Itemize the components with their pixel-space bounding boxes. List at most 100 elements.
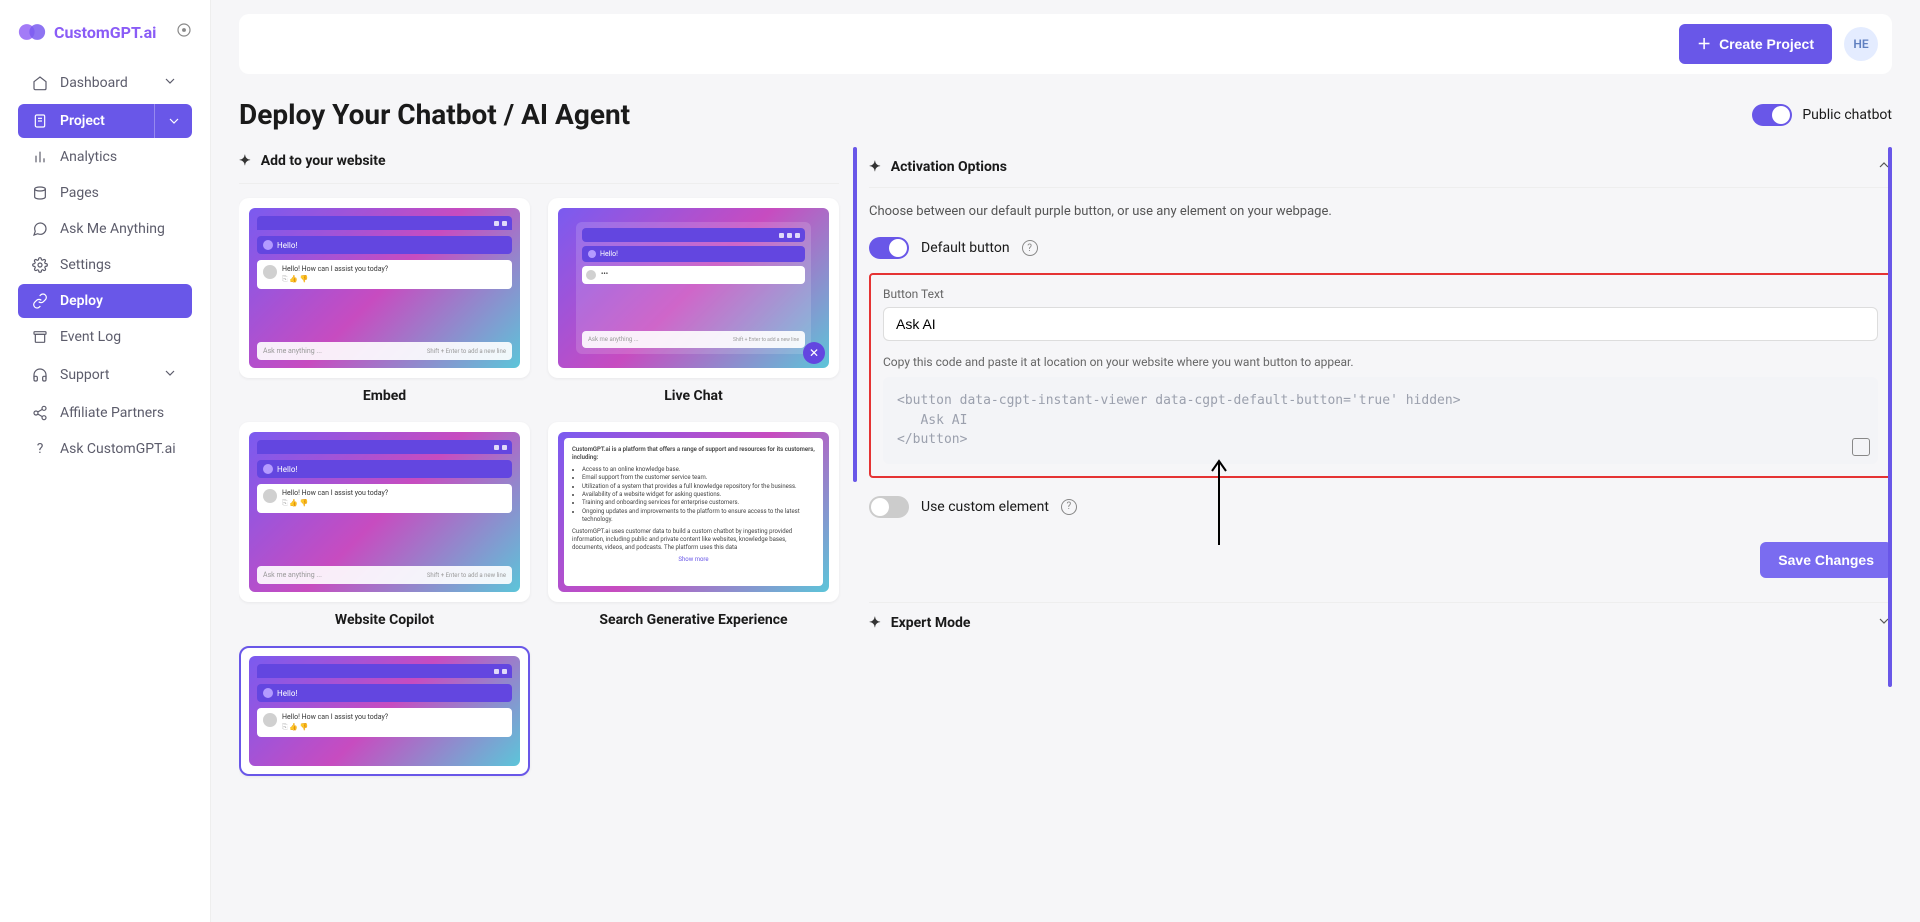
share-icon <box>32 405 48 421</box>
sparkle-icon: ✦ <box>869 159 881 175</box>
card-embed-wrapper: Hello! Hello! How can I assist you today… <box>239 198 530 404</box>
brand-logo-icon <box>18 18 46 46</box>
main-area: ＋ Create Project HE Deploy Your Chatbot … <box>211 0 1920 922</box>
right-column: ✦ Activation Options Choose between our … <box>869 147 1892 922</box>
brand-name: CustomGPT.ai <box>54 23 156 42</box>
save-changes-button[interactable]: Save Changes <box>1760 542 1892 578</box>
nav-sub: Analytics Pages Ask Me Anything Settings… <box>0 140 210 466</box>
card-sge[interactable]: CustomGPT.ai is a platform that offers a… <box>548 422 839 602</box>
card-label: Live Chat <box>548 388 839 404</box>
chevron-down-icon <box>162 73 178 93</box>
nav-settings[interactable]: Settings <box>18 248 192 282</box>
nav-askcgpt[interactable]: ? Ask CustomGPT.ai <box>18 432 192 466</box>
thumb-embed: Hello! Hello! How can I assist you today… <box>249 208 520 368</box>
default-button-toggle[interactable] <box>869 237 909 259</box>
card-livechat[interactable]: Hello! ••• Ask me anything ...Shift + En… <box>548 198 839 378</box>
toggle-label: Public chatbot <box>1802 107 1892 123</box>
nav-label: Ask CustomGPT.ai <box>60 441 176 457</box>
nav-project-dropdown[interactable] <box>154 104 192 138</box>
nav-affiliates[interactable]: Affiliate Partners <box>18 396 192 430</box>
custom-element-toggle[interactable] <box>869 496 909 518</box>
code-label: Copy this code and paste it at location … <box>883 355 1878 369</box>
database-icon <box>32 185 48 201</box>
public-toggle-row: Public chatbot <box>1752 104 1892 126</box>
card-sge-wrapper: CustomGPT.ai is a platform that offers a… <box>548 422 839 628</box>
headphones-icon <box>32 367 48 383</box>
thumb-copilot: Hello! Hello! How can I assist you today… <box>249 432 520 592</box>
left-column: ✦ Add to your website Hello! Hello! How … <box>239 147 839 922</box>
chat-icon <box>32 221 48 237</box>
nav-label: Event Log <box>60 329 121 345</box>
avatar-initials: HE <box>1853 37 1868 51</box>
card-label: Embed <box>239 388 530 404</box>
content-row: ✦ Add to your website Hello! Hello! How … <box>239 147 1892 922</box>
section-title: Add to your website <box>261 153 386 169</box>
button-label: Save Changes <box>1778 552 1874 568</box>
nav-analytics[interactable]: Analytics <box>18 140 192 174</box>
section-add-website: ✦ Add to your website <box>239 147 839 184</box>
nav-list: Dashboard <box>0 64 210 102</box>
default-button-row: Default button ? <box>869 237 1892 259</box>
thumb-livechat: Hello! ••• Ask me anything ...Shift + En… <box>558 208 829 368</box>
collapse-icon[interactable] <box>176 22 192 42</box>
activation-subtext: Choose between our default purple button… <box>869 204 1892 219</box>
sparkle-icon: ✦ <box>239 153 251 169</box>
public-toggle[interactable] <box>1752 104 1792 126</box>
create-project-button[interactable]: ＋ Create Project <box>1679 24 1832 64</box>
page-header: Deploy Your Chatbot / AI Agent Public ch… <box>239 74 1892 147</box>
nav-deploy[interactable]: Deploy <box>18 284 192 318</box>
card-livechat-wrapper: Hello! ••• Ask me anything ...Shift + En… <box>548 198 839 404</box>
plus-icon: ＋ <box>1697 34 1711 54</box>
sidebar: CustomGPT.ai Dashboard Project Analytics… <box>0 0 211 922</box>
help-icon: ? <box>32 441 48 457</box>
highlighted-config-box: Button Text Copy this code and paste it … <box>869 273 1892 478</box>
nav-label: Ask Me Anything <box>60 221 165 237</box>
card-copilot[interactable]: Hello! Hello! How can I assist you today… <box>239 422 530 602</box>
close-icon: ✕ <box>803 342 825 364</box>
field-label: Button Text <box>883 287 1878 301</box>
nav-label: Analytics <box>60 149 117 165</box>
card-selected[interactable]: Hello! Hello! How can I assist you today… <box>239 646 530 776</box>
info-icon[interactable]: ? <box>1061 499 1077 515</box>
section-activation[interactable]: ✦ Activation Options <box>869 147 1892 188</box>
code-snippet[interactable]: <button data-cgpt-instant-viewer data-cg… <box>883 377 1878 464</box>
chevron-down-icon <box>162 365 178 385</box>
card-embed[interactable]: Hello! Hello! How can I assist you today… <box>239 198 530 378</box>
nav-eventlog[interactable]: Event Log <box>18 320 192 354</box>
gear-icon <box>32 257 48 273</box>
nav-label: Affiliate Partners <box>60 405 164 421</box>
topbar: ＋ Create Project HE <box>239 14 1892 74</box>
chart-icon <box>32 149 48 165</box>
card-copilot-wrapper: Hello! Hello! How can I assist you today… <box>239 422 530 628</box>
option-label: Use custom element <box>921 499 1049 515</box>
card-label: Website Copilot <box>239 612 530 628</box>
info-icon[interactable]: ? <box>1022 240 1038 256</box>
annotation-arrow <box>1209 457 1229 551</box>
custom-element-row: Use custom element ? <box>869 496 1892 518</box>
avatar[interactable]: HE <box>1844 27 1878 61</box>
nav-ask[interactable]: Ask Me Anything <box>18 212 192 246</box>
nav-label: Project <box>60 113 105 129</box>
nav-label: Support <box>60 367 109 383</box>
nav-pages[interactable]: Pages <box>18 176 192 210</box>
card-label: Search Generative Experience <box>548 612 839 628</box>
section-title: Expert Mode <box>891 615 971 631</box>
section-title: Activation Options <box>891 159 1007 175</box>
thumb-sge: CustomGPT.ai is a platform that offers a… <box>558 432 829 592</box>
sge-text-panel: CustomGPT.ai is a platform that offers a… <box>564 438 823 586</box>
button-text-input[interactable] <box>883 307 1878 341</box>
section-expert-mode[interactable]: ✦ Expert Mode <box>869 602 1892 643</box>
archive-icon <box>32 329 48 345</box>
nav-label: Pages <box>60 185 99 201</box>
document-icon <box>32 113 48 129</box>
nav-project[interactable]: Project <box>18 104 192 138</box>
option-label: Default button <box>921 240 1010 256</box>
card-selected-wrapper: Hello! Hello! How can I assist you today… <box>239 646 530 776</box>
home-icon <box>32 75 48 91</box>
copy-icon[interactable] <box>1852 438 1870 456</box>
nav-label: Dashboard <box>60 75 128 91</box>
sparkle-icon: ✦ <box>869 615 881 631</box>
nav-support[interactable]: Support <box>18 356 192 394</box>
nav-dashboard[interactable]: Dashboard <box>18 64 192 102</box>
nav-label: Deploy <box>60 293 103 309</box>
